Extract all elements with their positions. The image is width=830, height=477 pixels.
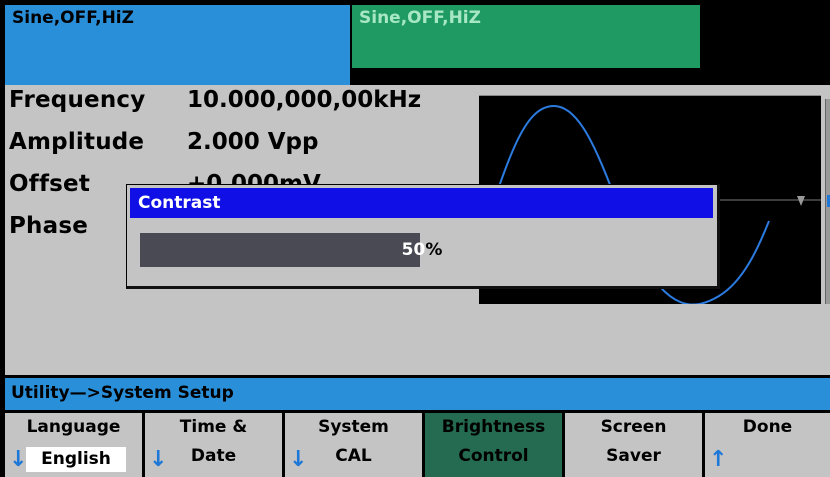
contrast-dialog: Contrast 50% <box>126 184 720 289</box>
amplitude-label: Amplitude <box>9 129 145 155</box>
breadcrumb-text: Utility—>System Setup <box>11 383 234 403</box>
softkey-brightness-control-sublabel: Control <box>458 446 529 466</box>
dialog-title: Contrast <box>130 188 713 218</box>
language-value: English <box>26 447 126 472</box>
amplitude-value[interactable]: 2.000 Vpp <box>187 129 319 155</box>
channel-tab-1[interactable]: Sine,OFF,HiZ <box>5 5 350 88</box>
contrast-value: 50% <box>127 233 717 267</box>
frequency-label: Frequency <box>9 87 146 113</box>
softkey-screen-saver[interactable]: Screen Saver <box>565 413 705 477</box>
softkey-done-label: Done <box>742 417 793 437</box>
softkey-brightness-control[interactable]: Brightness Control <box>425 413 565 477</box>
softkey-language[interactable]: Language ↓ English <box>5 413 145 477</box>
frequency-value[interactable]: 10.000,000,00kHz <box>187 87 421 113</box>
offset-label: Offset <box>9 171 91 197</box>
channel-tab-2[interactable]: Sine,OFF,HiZ <box>352 5 700 68</box>
contrast-value-unit: % <box>425 240 443 260</box>
softkey-system-cal-sublabel: CAL <box>335 446 372 466</box>
softkey-time-date-label: Time & <box>179 417 248 437</box>
phase-label: Phase <box>9 213 89 239</box>
softkey-done[interactable]: Done ↑ <box>705 413 830 477</box>
channel-tab-2-label: Sine,OFF,HiZ <box>359 8 481 28</box>
softkey-brightness-control-label: Brightness <box>441 417 546 437</box>
softkey-system-cal-label: System <box>318 417 389 437</box>
softkey-screen-saver-sublabel: Saver <box>606 446 661 466</box>
softkey-screen-saver-label: Screen <box>600 417 667 437</box>
softkey-time-date[interactable]: Time & ↓ Date <box>145 413 285 477</box>
softkey-system-cal[interactable]: System ↓ CAL <box>285 413 425 477</box>
softkey-time-date-sublabel: Date <box>190 446 237 466</box>
waveform-marker-icon <box>797 196 805 206</box>
softkey-language-label: Language <box>26 417 121 437</box>
channel-tab-1-label: Sine,OFF,HiZ <box>12 8 134 28</box>
contrast-value-number: 50 <box>401 240 426 260</box>
arrow-down-icon: ↓ <box>9 447 28 472</box>
breadcrumb: Utility—>System Setup <box>5 378 830 410</box>
arrow-up-icon: ↑ <box>709 447 728 472</box>
